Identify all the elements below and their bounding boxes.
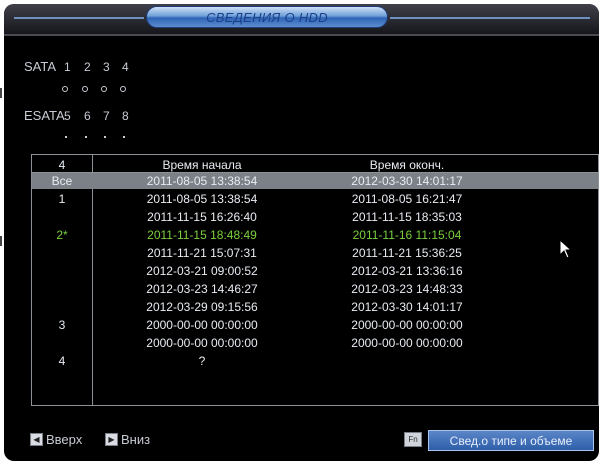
row-start: 2011-11-21 15:07:31 (147, 246, 257, 260)
row-disk (32, 335, 92, 351)
row-start: 2011-08-05 13:38:54 (146, 192, 258, 206)
table-header: 4 Время начала Время оконч. (32, 157, 598, 173)
row-end: 2000-00-00 00:00:00 (351, 336, 463, 350)
hdd-info-window: СВЕДЕНИЯ О HDD SATA 1 2 3 4 ESATA 5 6 7 … (4, 4, 599, 461)
esata-port-8: 8 (122, 109, 129, 123)
row-disk (32, 281, 92, 297)
sata-port-2: 2 (84, 60, 91, 74)
table-row[interactable]: 2* 2011-11-15 18:48:49 2011-11-16 11:15:… (32, 227, 598, 243)
title-bar: СВЕДЕНИЯ О HDD (4, 4, 599, 36)
table-row[interactable]: Все 2011-08-05 13:38:54 2012-03-30 14:01… (32, 173, 598, 189)
table-row[interactable]: 2011-11-21 15:07:31 2011-11-21 15:36:25 (32, 245, 598, 261)
fn-key-icon: Fn (404, 432, 422, 447)
table-row[interactable]: 1 2011-08-05 13:38:54 2011-08-05 16:21:4… (32, 191, 598, 207)
page-down-label: Вниз (121, 432, 151, 447)
row-start: 2000-00-00 00:00:00 (146, 336, 258, 350)
header-disk-count: 4 (58, 158, 66, 172)
row-disk (32, 299, 92, 315)
table-row[interactable]: 4 ? (32, 353, 598, 369)
table-row[interactable]: 3 2000-00-00 00:00:00 2000-00-00 00:00:0… (32, 317, 598, 333)
row-start: 2000-00-00 00:00:00 (146, 318, 258, 332)
row-end: 2012-03-30 14:01:17 (351, 174, 463, 188)
sata-status-4-icon (120, 86, 126, 92)
page-down-icon: ▶ (105, 433, 118, 446)
row-start: ? (198, 354, 206, 368)
esata-port-7: 7 (103, 109, 110, 123)
row-disk: 4 (58, 354, 66, 368)
table-row[interactable]: 2012-03-21 09:00:52 2012-03-21 13:36:16 (32, 263, 598, 279)
esata-port-5: 5 (64, 109, 71, 123)
page-up-icon: ◀ (30, 433, 43, 446)
page-down-button[interactable]: ▶ Вниз (105, 432, 150, 447)
row-start: 2011-11-15 18:48:49 (147, 228, 257, 242)
row-end: 2012-03-30 14:01:17 (351, 300, 463, 314)
title-line-left (14, 17, 144, 19)
row-disk: 2* (56, 228, 68, 242)
esata-status-6-icon (85, 136, 87, 138)
row-end: 2011-11-21 15:36:25 (352, 246, 462, 260)
sata-port-1: 1 (64, 60, 71, 74)
esata-label: ESATA (24, 108, 65, 123)
row-end: 2011-11-15 18:35:03 (352, 210, 462, 224)
title-line-right (390, 17, 590, 19)
mouse-pointer-icon (559, 239, 573, 259)
header-start-time: Время начала (162, 158, 242, 172)
row-start: 2012-03-21 09:00:52 (146, 264, 258, 278)
row-start: 2011-08-05 13:38:54 (146, 174, 258, 188)
row-disk (32, 245, 92, 261)
recording-periods-table: 4 Время начала Время оконч. Все 2011-08-… (31, 154, 599, 406)
row-start: 2012-03-29 09:15:56 (146, 300, 258, 314)
sata-status-3-icon (101, 86, 107, 92)
row-end: 2000-00-00 00:00:00 (351, 318, 463, 332)
row-start: 2011-11-15 16:26:40 (147, 210, 257, 224)
page-up-button[interactable]: ◀ Вверх (30, 432, 82, 447)
page-up-label: Вверх (46, 432, 83, 447)
row-end: 2012-03-23 14:48:33 (351, 282, 463, 296)
edge-mark (0, 236, 2, 246)
header-end-time: Время оконч. (369, 158, 445, 172)
row-disk (32, 209, 92, 225)
esata-status-5-icon (65, 136, 67, 138)
esata-port-6: 6 (84, 109, 91, 123)
esata-status-7-icon (104, 136, 106, 138)
table-row[interactable]: 2012-03-29 09:15:56 2012-03-30 14:01:17 (32, 299, 598, 315)
row-start: 2012-03-23 14:46:27 (146, 282, 258, 296)
sata-status-2-icon (82, 86, 88, 92)
row-disk: 1 (58, 192, 66, 206)
row-disk: 3 (58, 318, 66, 332)
sata-port-4: 4 (122, 60, 129, 74)
sata-label: SATA (24, 59, 57, 74)
sata-port-3: 3 (103, 60, 110, 74)
row-disk (32, 263, 92, 279)
row-end (312, 353, 502, 369)
edge-mark (0, 88, 2, 98)
type-capacity-info-button[interactable]: Свед.о типе и объеме (428, 430, 594, 451)
esata-status-8-icon (123, 136, 125, 138)
table-row[interactable]: 2000-00-00 00:00:00 2000-00-00 00:00:00 (32, 335, 598, 351)
table-row[interactable]: 2012-03-23 14:46:27 2012-03-23 14:48:33 (32, 281, 598, 297)
row-end: 2012-03-21 13:36:16 (351, 264, 463, 278)
table-row[interactable]: 2011-11-15 16:26:40 2011-11-15 18:35:03 (32, 209, 598, 225)
window-title: СВЕДЕНИЯ О HDD (146, 6, 388, 28)
sata-status-1-icon (62, 86, 68, 92)
row-end: 2011-11-16 11:15:04 (352, 228, 462, 242)
row-disk: Все (51, 174, 73, 188)
row-end: 2011-08-05 16:21:47 (351, 192, 463, 206)
